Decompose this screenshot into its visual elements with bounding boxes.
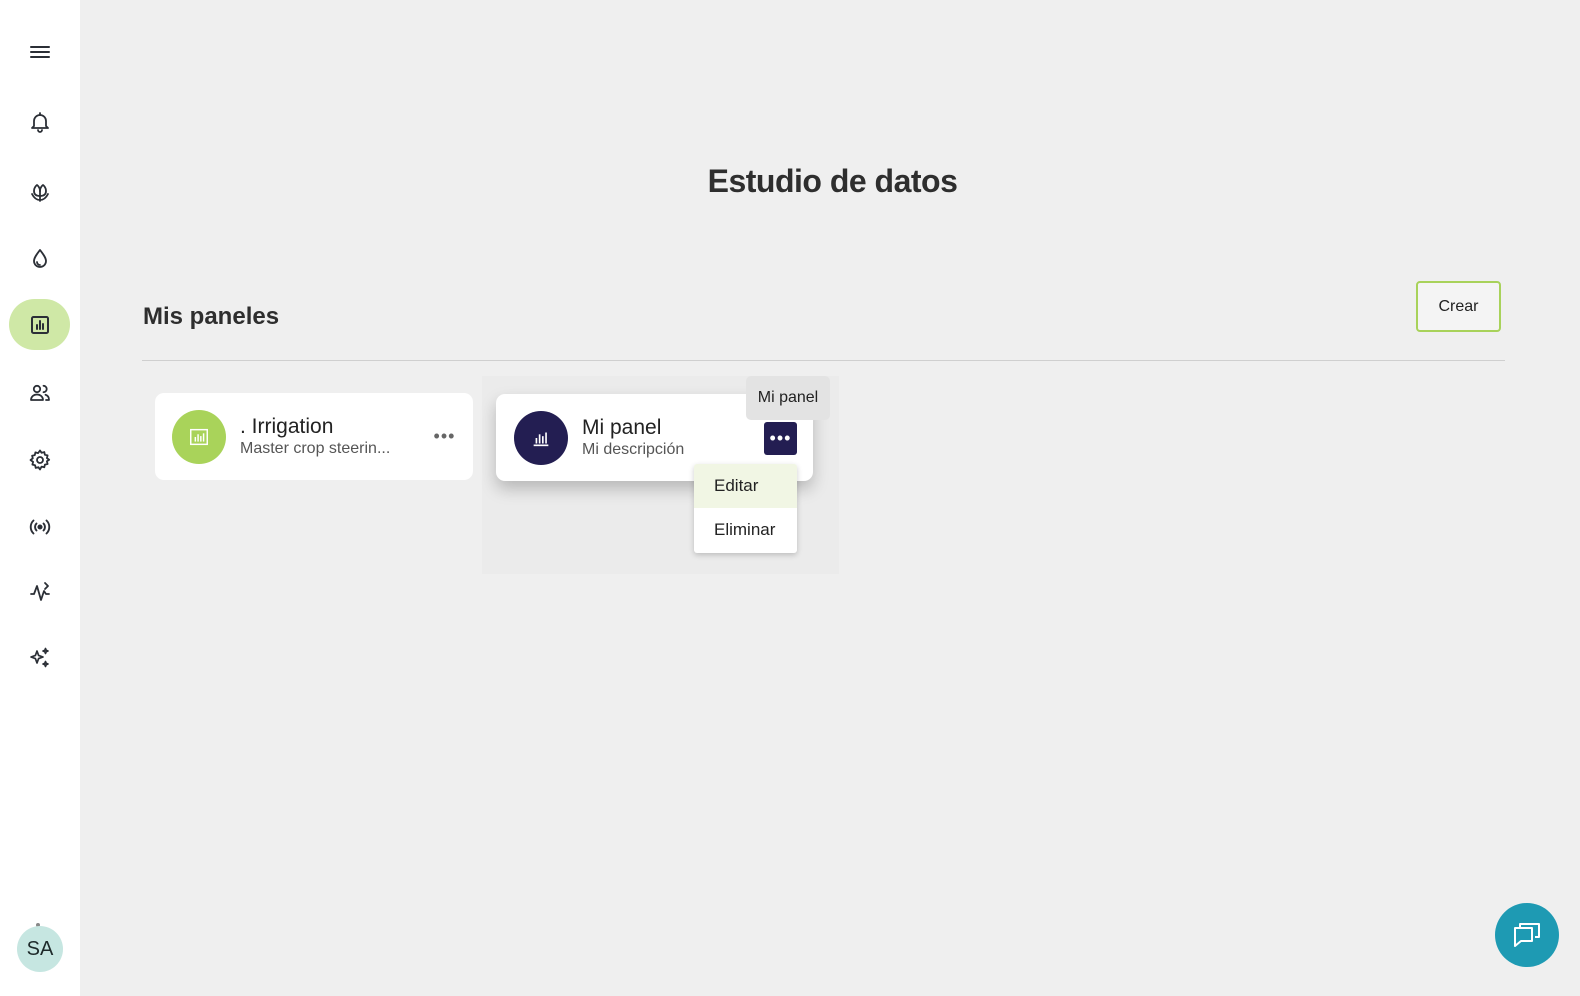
sidebar-item-data-studio[interactable] — [9, 299, 70, 350]
more-icon: ••• — [769, 428, 792, 448]
section-title: Mis paneles — [143, 303, 280, 330]
users-icon — [29, 384, 50, 401]
sparkles-icon — [29, 647, 49, 667]
panel-icon — [172, 409, 226, 464]
menu-item-edit[interactable]: Editar — [694, 464, 797, 508]
sidebar-item-ai[interactable] — [9, 632, 70, 683]
more-icon: ••• — [433, 426, 456, 446]
sidebar-item-irrigation[interactable] — [9, 233, 70, 284]
menu-icon — [29, 45, 50, 58]
panel-title: Mi panel — [582, 415, 662, 439]
sidebar-item-analytics[interactable] — [9, 566, 70, 617]
chart-icon — [533, 432, 549, 446]
divider — [142, 360, 1505, 361]
water-drop-icon — [32, 248, 47, 268]
analytics-icon — [29, 581, 50, 601]
panel-icon — [514, 410, 568, 465]
sidebar-item-sensors[interactable] — [9, 501, 70, 552]
more-options-button[interactable]: ••• — [764, 422, 797, 455]
more-options-button[interactable]: ••• — [428, 420, 461, 453]
panel-description: Master crop steerin... — [240, 439, 391, 457]
chat-button[interactable] — [1495, 903, 1559, 967]
panel-title: . Irrigation — [240, 414, 334, 438]
sidebar-item-users[interactable] — [9, 367, 70, 418]
plant-icon — [30, 183, 49, 202]
chart-icon — [30, 315, 49, 334]
sidebar-item-settings[interactable] — [9, 434, 70, 485]
chat-icon — [1514, 923, 1540, 947]
create-button[interactable]: Crear — [1416, 281, 1501, 332]
page-title: Estudio de datos — [707, 163, 958, 199]
menu-button[interactable] — [9, 26, 70, 77]
avatar[interactable]: SA — [17, 926, 63, 972]
bell-icon — [30, 111, 49, 133]
tooltip: Mi panel — [746, 376, 830, 420]
signal-icon — [29, 519, 50, 534]
gear-icon — [29, 449, 50, 470]
sidebar: SA — [0, 0, 80, 996]
panel-description: Mi descripción — [582, 440, 685, 458]
menu-item-delete[interactable]: Eliminar — [694, 508, 797, 552]
sidebar-item-notifications[interactable] — [9, 96, 70, 147]
sidebar-item-crops[interactable] — [9, 166, 70, 217]
chart-icon — [190, 428, 208, 445]
panel-card[interactable]: . Irrigation Master crop steerin... ••• — [155, 393, 473, 480]
context-menu: Editar Eliminar — [694, 464, 797, 553]
